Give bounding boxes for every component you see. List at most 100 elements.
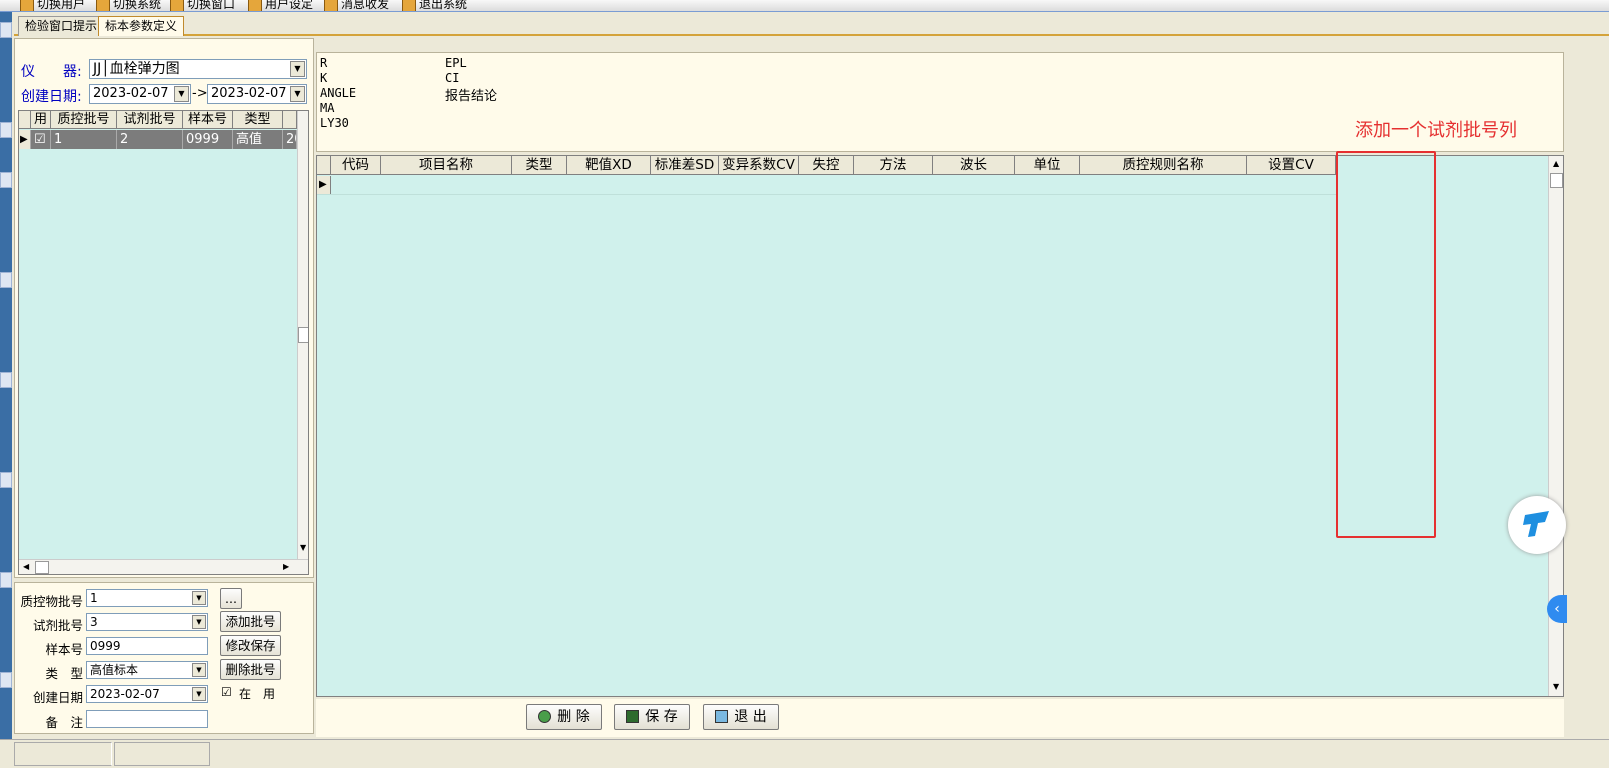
col-header-method[interactable]: 方法 [854,156,933,175]
instrument-label: 仪 器: [21,64,82,80]
desktop-icon [0,572,12,588]
qc-lot-label: 质控物批号 [20,594,83,609]
col-header-set-cv[interactable]: 设置CV [1247,156,1336,175]
row-indicator-header [317,156,331,175]
type-select[interactable]: 高值标本 ▼ [86,661,208,679]
delete-icon [538,710,552,723]
col-header-code[interactable]: 代码 [331,156,381,175]
modify-save-button[interactable]: 修改保存 [220,635,281,656]
col-header-reagent-lot[interactable]: 试剂批号 [117,111,183,129]
reagent-lot-select[interactable]: 3 ▼ [86,613,208,631]
delete-button[interactable]: 删 除 [526,704,602,730]
info-code: CI [445,71,460,85]
col-header-wavelength[interactable]: 波长 [933,156,1015,175]
qc-lot-select[interactable]: 1 ▼ [86,589,208,607]
action-bar: 删 除 保 存 退 出 [316,699,1564,737]
table-row[interactable]: ▶ [317,176,1337,195]
chevron-down-icon[interactable]: ▼ [290,86,305,102]
browse-button[interactable]: ... [220,588,242,609]
messages-button[interactable]: 消息收发 [324,0,389,11]
desktop-icon [0,672,12,688]
col-header-type[interactable]: 类型 [512,156,567,175]
date-from-picker[interactable]: 2023-02-07 ▼ [89,84,191,104]
lot-edit-form: 质控物批号 1 ▼ ... 试剂批号 3 ▼ 添加批号 样本号 0999 修改保存 … [14,582,314,734]
sample-no-input[interactable]: 0999 [86,637,208,655]
switch-window-button[interactable]: 切换窗口 [170,0,235,11]
col-header-cv[interactable]: 变异系数CV [719,156,799,175]
create-date-label: 创建日期: [21,89,82,105]
scroll-down-icon[interactable]: ▼ [300,543,306,552]
reagent-lot-label: 试剂批号 [32,618,83,633]
row-indicator-header [19,111,31,129]
chevron-down-icon[interactable]: ▼ [192,663,206,677]
annotation-box [1336,151,1436,538]
row-pointer-icon: ▶ [317,176,331,194]
exit-button[interactable]: 退 出 [703,704,779,730]
exit-system-button[interactable]: 退出系统 [402,0,467,11]
collapse-side-icon[interactable]: ‹ [1547,595,1567,623]
main-toolbar: 切换用户 切换系统 切换窗口 用户设定 消息收发 退出系统 [0,0,1609,12]
info-code: R [320,56,328,70]
col-header-extra [283,111,297,129]
annotation-text: 添加一个试剂批号列 [1355,120,1517,141]
col-header-item-name[interactable]: 项目名称 [381,156,512,175]
type-label: 类 型 [45,666,83,681]
qc-lot-grid[interactable]: 用 质控批号 试剂批号 样本号 类型 ▶ ☑ 1 2 0999 高值 20 ▼ … [18,110,309,575]
message-icon [324,0,338,11]
chevron-down-icon[interactable]: ▼ [192,687,206,701]
switch-user-button[interactable]: 切换用户 [20,0,85,11]
vertical-scrollbar[interactable]: ▼ [297,111,308,559]
col-header-std-sd[interactable]: 标准差SD [651,156,719,175]
scroll-thumb[interactable] [298,327,308,343]
scroll-left-icon[interactable]: ◀ [23,562,29,571]
settings-icon [248,0,262,11]
col-header-qc-lot[interactable]: 质控批号 [51,111,117,129]
date-range-arrow: -> [192,86,208,101]
col-header-qc-rule[interactable]: 质控规则名称 [1080,156,1247,175]
desktop-icon [0,22,12,38]
info-code: 报告结论 [445,89,498,104]
floating-assistant-button[interactable] [1508,496,1566,554]
date-to-picker[interactable]: 2023-02-07 ▼ [207,84,307,104]
instrument-select[interactable]: JJ│血栓弹力图 ▼ [89,59,307,79]
scroll-up-icon[interactable]: ▲ [1553,159,1559,168]
chevron-down-icon[interactable]: ▼ [192,615,206,629]
chevron-down-icon[interactable]: ▼ [290,61,305,77]
col-header-target-xd[interactable]: 靶值XD [567,156,651,175]
status-cell [114,742,210,766]
col-header-type[interactable]: 类型 [233,111,283,129]
scroll-down-icon[interactable]: ▼ [1553,682,1559,691]
info-code: EPL [445,56,467,70]
create-date-picker[interactable]: 2023-02-07 ▼ [86,685,208,703]
col-header-unit[interactable]: 单位 [1015,156,1080,175]
row-enabled-checkbox[interactable]: ☑ [31,130,51,149]
scroll-thumb[interactable] [35,561,49,574]
exit-icon [402,0,416,11]
horizontal-scrollbar[interactable]: ◀ ▶ [19,559,308,574]
switch-system-button[interactable]: 切换系统 [96,0,161,11]
user-settings-button[interactable]: 用户设定 [248,0,313,11]
col-header-sample-no[interactable]: 样本号 [183,111,233,129]
delete-lot-button[interactable]: 删除批号 [220,659,281,680]
remark-input[interactable] [86,710,208,728]
remark-label: 备 注 [45,715,83,730]
tab-inspection-prompt[interactable]: 检验窗口提示 [18,16,105,36]
chevron-down-icon[interactable]: ▼ [174,86,189,102]
desktop-icon [0,172,12,188]
scroll-thumb[interactable] [1550,173,1563,188]
info-code: LY30 [320,116,349,130]
in-use-checkbox[interactable]: ☑ [221,685,232,699]
col-header-out-of-control[interactable]: 失控 [799,156,854,175]
status-cell [14,742,112,766]
chevron-down-icon[interactable]: ▼ [192,591,206,605]
scroll-right-icon[interactable]: ▶ [283,562,289,571]
info-code: K [320,71,328,85]
tab-sample-params[interactable]: 标本参数定义 [98,16,185,36]
col-header-enabled[interactable]: 用 [31,111,51,129]
save-button[interactable]: 保 存 [614,704,690,730]
tab-bar: 检验窗口提示 标本参数定义 [14,14,1609,36]
add-lot-button[interactable]: 添加批号 [220,611,281,632]
table-row[interactable]: ▶ ☑ 1 2 0999 高值 20 [19,130,297,149]
user-icon [20,0,34,11]
row-type: 高值 [233,130,283,149]
